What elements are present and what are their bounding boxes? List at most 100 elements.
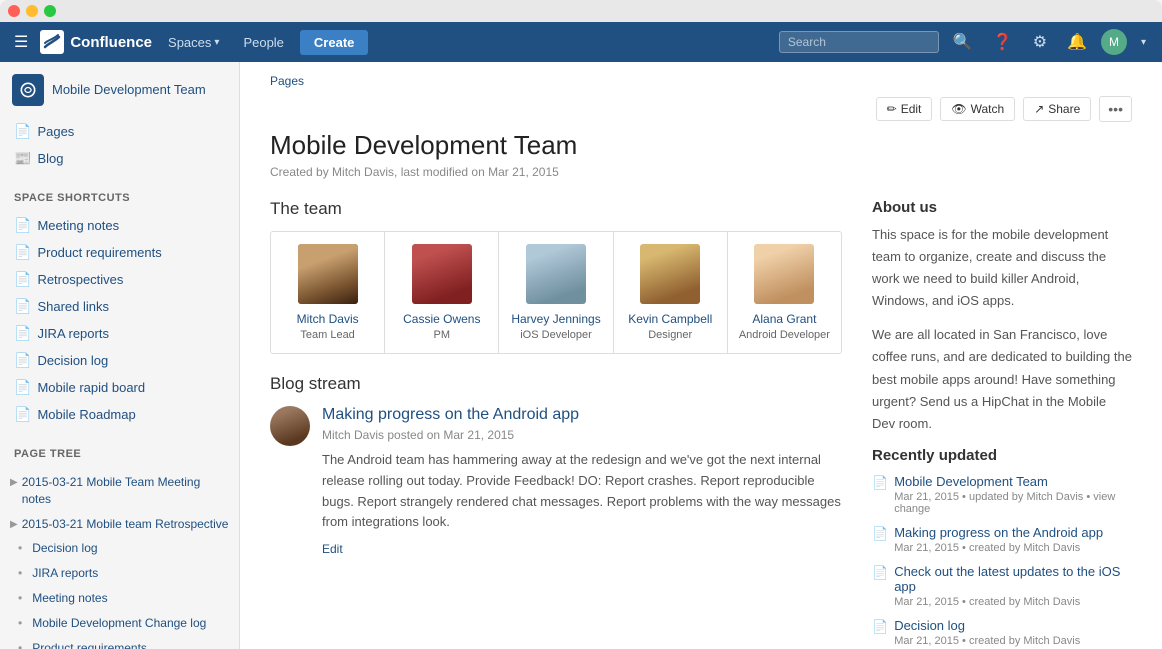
create-button[interactable]: Create	[300, 30, 368, 55]
content-grid: The team Mitch Davis Team Lead Cassie Ow	[240, 183, 1162, 649]
team-member-4: Alana Grant Android Developer	[728, 232, 841, 353]
page-title-area: Mobile Development Team Created by Mitch…	[240, 122, 1162, 183]
team-member-0: Mitch Davis Team Lead	[271, 232, 385, 353]
share-button[interactable]: ↗ Share	[1023, 97, 1091, 121]
blog-icon: 📰	[14, 150, 31, 167]
avatar-harvey	[526, 244, 586, 304]
avatar-mitch	[298, 244, 358, 304]
rapid-board-icon: 📄	[14, 379, 31, 396]
member-name-2: Harvey Jennings	[511, 312, 600, 326]
help-icon[interactable]: ❓	[987, 28, 1019, 56]
tree-item-meeting-notes[interactable]: ▶ 2015-03-21 Mobile Team Meeting notes	[0, 470, 239, 512]
sidebar-item-shared-links[interactable]: 📄 Shared links	[0, 293, 239, 320]
sidebar-item-mobile-rapid-board[interactable]: 📄 Mobile rapid board	[0, 374, 239, 401]
tree-item-meetings[interactable]: • Meeting notes	[0, 586, 239, 611]
blog-post-title[interactable]: Making progress on the Android app	[322, 406, 842, 424]
blog-post-0: Making progress on the Android app Mitch…	[270, 406, 842, 556]
settings-icon[interactable]: ⚙	[1027, 28, 1053, 56]
recently-updated-title: Recently updated	[872, 447, 1132, 464]
watch-icon: 👁	[951, 102, 966, 116]
edit-button[interactable]: ✏ Edit	[876, 97, 933, 121]
people-menu[interactable]: People	[235, 31, 291, 54]
share-icon: ↗	[1034, 102, 1044, 116]
blog-post-text: The Android team has hammering away at t…	[322, 450, 842, 533]
tree-item-decision-log[interactable]: • Decision log	[0, 536, 239, 561]
team-member-1: Cassie Owens PM	[385, 232, 499, 353]
member-name-0: Mitch Davis	[297, 312, 359, 326]
recent-link-0[interactable]: Mobile Development Team	[894, 474, 1132, 489]
user-chevron-icon[interactable]: ▾	[1135, 33, 1152, 52]
recent-item-0: 📄 Mobile Development Team Mar 21, 2015 •…	[872, 474, 1132, 515]
sidebar-item-product-requirements[interactable]: 📄 Product requirements	[0, 239, 239, 266]
tree-arrow-icon-2: ▶	[10, 518, 18, 532]
watch-button[interactable]: 👁 Watch	[940, 97, 1015, 121]
team-section-title: The team	[270, 199, 842, 219]
user-avatar[interactable]: M	[1101, 29, 1127, 55]
bullet-icon: •	[18, 540, 22, 557]
team-grid: Mitch Davis Team Lead Cassie Owens PM Ha…	[270, 231, 842, 354]
tree-item-retrospective[interactable]: ▶ 2015-03-21 Mobile team Retrospective	[0, 512, 239, 537]
minimize-button[interactable]	[26, 5, 38, 17]
tree-item-jira[interactable]: • JIRA reports	[0, 561, 239, 586]
notifications-icon[interactable]: 🔔	[1061, 28, 1093, 56]
tree-item-change-log[interactable]: • Mobile Development Change log	[0, 611, 239, 636]
bullet-icon-2: •	[18, 565, 22, 582]
sidebar-item-decision-log[interactable]: 📄 Decision log	[0, 347, 239, 374]
tree-arrow-icon: ▶	[10, 476, 18, 490]
recent-meta-3: Mar 21, 2015 • created by Mitch Davis	[894, 635, 1132, 647]
page-meta: Created by Mitch Davis, last modified on…	[270, 165, 1132, 179]
top-navigation: ☰ Confluence Spaces ▾ People Create 🔍 ❓ …	[0, 22, 1162, 62]
about-text-1: This space is for the mobile development…	[872, 224, 1132, 312]
blog-post-author: Mitch Davis posted on Mar 21, 2015	[322, 428, 842, 442]
recent-item-3: 📄 Decision log Mar 21, 2015 • created by…	[872, 618, 1132, 647]
avatar-alana	[754, 244, 814, 304]
recent-doc-icon-3: 📄	[872, 619, 888, 635]
sidebar-item-pages[interactable]: 📄 Pages	[0, 118, 239, 145]
confluence-logo[interactable]: Confluence	[40, 30, 152, 54]
breadcrumb-pages[interactable]: Pages	[270, 74, 304, 88]
member-name-1: Cassie Owens	[403, 312, 480, 326]
roadmap-icon: 📄	[14, 406, 31, 423]
page-title: Mobile Development Team	[270, 130, 1132, 161]
sidebar-item-blog[interactable]: 📰 Blog	[0, 145, 239, 172]
search-input[interactable]	[779, 31, 939, 53]
search-icon[interactable]: 🔍	[947, 28, 979, 56]
sidebar-item-meeting-notes[interactable]: 📄 Meeting notes	[0, 212, 239, 239]
page-header: ✏ Edit 👁 Watch ↗ Share •••	[240, 88, 1162, 122]
more-actions-button[interactable]: •••	[1099, 96, 1132, 122]
recent-doc-icon-1: 📄	[872, 526, 888, 542]
blog-edit-link[interactable]: Edit	[322, 542, 343, 556]
hamburger-menu[interactable]: ☰	[10, 28, 32, 56]
page-tree-title: PAGE TREE	[0, 440, 239, 464]
member-role-4: Android Developer	[739, 329, 830, 341]
space-icon	[12, 74, 44, 106]
sidebar-item-retrospectives[interactable]: 📄 Retrospectives	[0, 266, 239, 293]
retro-icon: 📄	[14, 271, 31, 288]
sidebar-item-mobile-roadmap[interactable]: 📄 Mobile Roadmap	[0, 401, 239, 428]
pages-icon: 📄	[14, 123, 31, 140]
logo-text: Confluence	[70, 34, 152, 51]
close-button[interactable]	[8, 5, 20, 17]
bullet-icon-3: •	[18, 590, 22, 607]
blog-author-avatar	[270, 406, 310, 446]
sidebar-item-jira-reports[interactable]: 📄 JIRA reports	[0, 320, 239, 347]
jira-icon: 📄	[14, 325, 31, 342]
tree-item-product-req[interactable]: • Product requirements	[0, 636, 239, 649]
maximize-button[interactable]	[44, 5, 56, 17]
decision-icon: 📄	[14, 352, 31, 369]
recent-meta-2: Mar 21, 2015 • created by Mitch Davis	[894, 596, 1132, 608]
team-member-2: Harvey Jennings iOS Developer	[499, 232, 613, 353]
recent-link-2[interactable]: Check out the latest updates to the iOS …	[894, 564, 1132, 594]
member-role-3: Designer	[648, 329, 692, 341]
avatar-kevin	[640, 244, 700, 304]
page-actions: ✏ Edit 👁 Watch ↗ Share •••	[876, 96, 1132, 122]
shortcuts-list: 📄 Meeting notes 📄 Product requirements 📄…	[0, 208, 239, 432]
content-main: The team Mitch Davis Team Lead Cassie Ow	[270, 199, 842, 649]
recent-link-1[interactable]: Making progress on the Android app	[894, 525, 1132, 540]
member-role-1: PM	[434, 329, 451, 341]
member-name-3: Kevin Campbell	[628, 312, 712, 326]
recent-link-3[interactable]: Decision log	[894, 618, 1132, 633]
spaces-menu[interactable]: Spaces ▾	[160, 31, 227, 54]
breadcrumb: Pages	[240, 62, 1162, 88]
avatar-cassie	[412, 244, 472, 304]
